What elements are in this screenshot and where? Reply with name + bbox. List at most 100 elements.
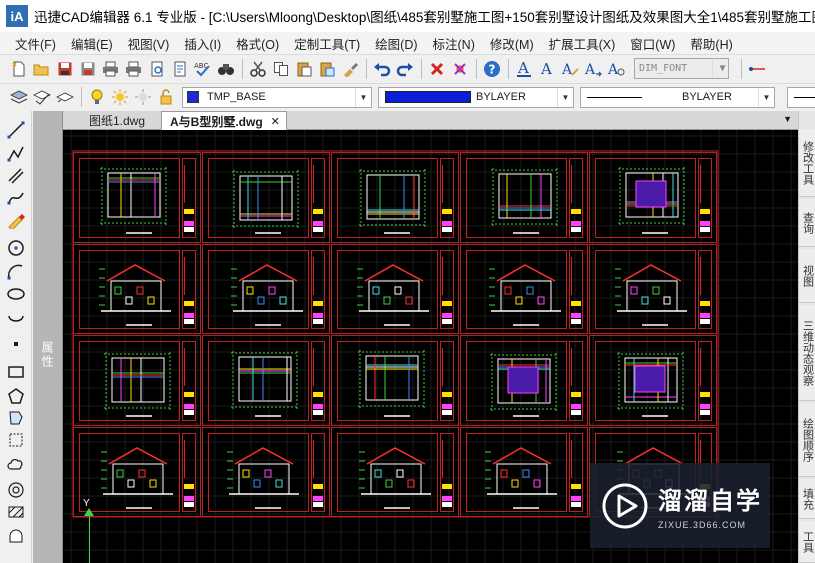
wipeout-icon[interactable] (5, 525, 27, 547)
menu-extend-tools[interactable]: 扩展工具(X) (549, 34, 616, 53)
drawing-sheet[interactable] (202, 335, 330, 426)
layers-icon[interactable] (8, 87, 29, 108)
layer-viewport-freeze-icon[interactable] (132, 87, 153, 108)
freehand-icon[interactable] (5, 209, 27, 231)
menu-edit[interactable]: 编辑(E) (71, 34, 113, 53)
drawing-sheet[interactable] (331, 335, 459, 426)
circle-icon[interactable] (5, 237, 27, 259)
menu-dimension[interactable]: 标注(N) (433, 34, 475, 53)
menu-draw[interactable]: 绘图(D) (375, 34, 417, 53)
find-binoculars-icon[interactable] (215, 58, 236, 79)
ellipse-arc-icon[interactable] (5, 305, 27, 327)
ellipse-icon[interactable] (5, 283, 27, 305)
drawing-sheet[interactable] (202, 152, 330, 243)
open-folder-icon[interactable] (31, 58, 52, 79)
match-properties-brush-icon[interactable] (339, 58, 360, 79)
print-icon[interactable] (100, 58, 121, 79)
menu-modify[interactable]: 修改(M) (490, 34, 534, 53)
drawing-sheet[interactable] (202, 243, 330, 334)
menu-help[interactable]: 帮助(H) (690, 34, 732, 53)
lineweight-select[interactable] (787, 86, 815, 108)
explode-icon[interactable] (449, 58, 470, 79)
polygon-icon[interactable] (5, 385, 27, 407)
drawing-sheet[interactable] (460, 152, 588, 243)
text-style-a-underline-icon[interactable]: A (513, 58, 534, 79)
arc-icon[interactable] (5, 261, 27, 283)
menu-file[interactable]: 文件(F) (15, 34, 56, 53)
right-tab-draw-order[interactable]: 绘图顺序 (799, 403, 815, 477)
text-style-a-edit-icon[interactable]: A (559, 58, 580, 79)
undo-icon[interactable] (371, 58, 392, 79)
drawing-sheet[interactable] (589, 152, 717, 243)
cloud-icon[interactable] (5, 453, 27, 475)
drawing-sheet[interactable] (202, 426, 330, 517)
drawing-sheet[interactable] (73, 335, 201, 426)
line-icon[interactable] (5, 119, 27, 141)
multiline-icon[interactable] (5, 165, 27, 187)
chevron-down-icon[interactable]: ▼ (355, 87, 371, 107)
page-setup-icon[interactable] (146, 58, 167, 79)
menu-view[interactable]: 视图(V) (128, 34, 170, 53)
menu-insert[interactable]: 插入(I) (184, 34, 221, 53)
drawing-sheet[interactable] (331, 243, 459, 334)
save-icon[interactable] (54, 58, 75, 79)
hatch-icon[interactable] (5, 501, 27, 523)
dimension-line-icon[interactable] (746, 58, 767, 79)
layer-select[interactable]: TMP_BASE ▼ (182, 86, 372, 108)
new-file-icon[interactable] (8, 58, 29, 79)
dim-font-style-select[interactable]: DIM_FONT ▼ (634, 58, 729, 79)
rectangle-icon[interactable] (5, 361, 27, 383)
region-icon[interactable] (5, 407, 27, 429)
drawing-sheet[interactable] (73, 152, 201, 243)
menu-window[interactable]: 窗口(W) (630, 34, 675, 53)
plot-setup-icon[interactable] (169, 58, 190, 79)
right-tab-view[interactable]: 视图 (799, 249, 815, 303)
drawing-sheet[interactable] (331, 426, 459, 517)
paste-icon[interactable] (293, 58, 314, 79)
right-tab-tools[interactable]: 工具 (799, 521, 815, 563)
point-icon[interactable] (5, 333, 27, 355)
drawing-sheet[interactable] (460, 335, 588, 426)
block-icon[interactable] (5, 429, 27, 451)
layer-thaw-sun-icon[interactable] (109, 87, 130, 108)
paste-special-icon[interactable] (316, 58, 337, 79)
chevron-down-icon[interactable]: ▼ (758, 87, 774, 107)
text-style-a-arrow-icon[interactable]: A (582, 58, 603, 79)
tab-villa-a-b[interactable]: A与B型别墅.dwg ✕ (161, 111, 287, 130)
menu-format[interactable]: 格式(O) (236, 34, 279, 53)
print-preview-icon[interactable] (123, 58, 144, 79)
save-as-icon[interactable] (77, 58, 98, 79)
spline-icon[interactable] (5, 187, 27, 209)
text-style-a-search-icon[interactable]: A (605, 58, 626, 79)
text-style-a-icon[interactable]: A (536, 58, 557, 79)
cut-icon[interactable] (247, 58, 268, 79)
drawing-sheet[interactable] (331, 152, 459, 243)
color-select[interactable]: BYLAYER ▼ (378, 86, 574, 108)
right-tab-query[interactable]: 查询 (799, 199, 815, 247)
layer-previous-icon[interactable] (54, 87, 75, 108)
layer-unlock-icon[interactable] (155, 87, 176, 108)
drawing-sheet[interactable] (589, 335, 717, 426)
right-tab-3d-orbit[interactable]: 三维动态观察 (799, 305, 815, 401)
drawing-sheet[interactable] (589, 243, 717, 334)
drawing-sheet[interactable] (73, 426, 201, 517)
donut-icon[interactable] (5, 479, 27, 501)
menu-custom-tools[interactable]: 定制工具(T) (294, 34, 360, 53)
layer-states-icon[interactable] (31, 87, 52, 108)
spell-check-icon[interactable]: ABC (192, 58, 213, 79)
linetype-select[interactable]: BYLAYER ▼ (580, 86, 775, 108)
drawing-sheet[interactable] (460, 243, 588, 334)
polyline-icon[interactable] (5, 143, 27, 165)
layer-on-bulb-icon[interactable] (86, 87, 107, 108)
tab-drawing-1[interactable]: 图纸1.dwg (81, 111, 159, 130)
tab-list-chevron-down-icon[interactable]: ▼ (783, 114, 792, 124)
copy-icon[interactable] (270, 58, 291, 79)
right-tab-hatch[interactable]: 填充 (799, 479, 815, 519)
close-tab-icon[interactable]: ✕ (271, 115, 280, 128)
chevron-down-icon[interactable]: ▼ (712, 59, 728, 78)
right-tab-modify-tools[interactable]: 修改工具 (799, 129, 815, 197)
properties-panel-collapsed[interactable]: 属性 (33, 111, 63, 563)
drawing-sheet[interactable] (460, 426, 588, 517)
redo-icon[interactable] (394, 58, 415, 79)
drawing-sheet[interactable] (73, 243, 201, 334)
